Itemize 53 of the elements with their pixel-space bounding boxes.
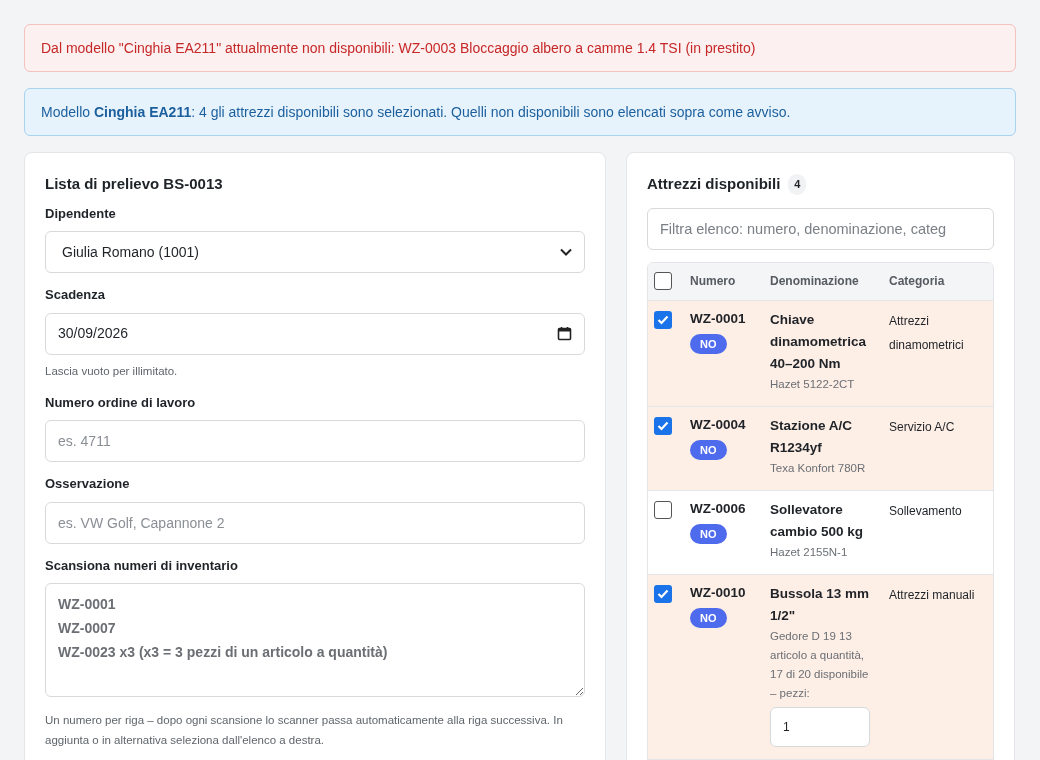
column-header: Numero	[690, 274, 736, 288]
item-name: Bussola 13 mm 1/2"	[770, 584, 871, 625]
quantity-note: articolo a quantità, 17 di 20 disponibile – pezzi:	[770, 647, 870, 701]
checkbox[interactable]	[654, 500, 672, 519]
item-detail: Hazet 2155N-1	[770, 544, 849, 560]
item-category: Attrezzi manuali	[889, 586, 976, 604]
item-number: WZ-0010	[690, 583, 747, 602]
hint-text: Lascia vuoto per illimitato.	[45, 363, 179, 379]
checkbox[interactable]	[654, 584, 672, 603]
chevron-down-icon	[560, 248, 572, 256]
hint-text: Un numero per riga – dopo ogni scansione lo scanner passa automaticamente alla riga successiva. In aggiunta o in alternativa seleziona dall'elenco a destra.	[45, 713, 564, 748]
item-detail: Gedore D 19 13	[770, 628, 853, 644]
error-message: Dal modello "Cinghia EA211" attualmente non disponibili: WZ-0003 Bloccaggio albero a camme 1.4 TSI (in prestito)	[41, 38, 756, 58]
card-title: Attrezzi disponibili	[647, 174, 781, 194]
item-number: WZ-0006	[690, 499, 747, 518]
input-field[interactable]: es. 4711	[45, 420, 585, 462]
textarea-field[interactable]: WZ-0001 WZ-0007 WZ-0023 x3 (x3 = 3 pezzi di un articolo a quantità)	[45, 583, 585, 697]
field-label: Osservazione	[45, 475, 131, 493]
table-row[interactable]: WZ-0010 NO Bussola 13 mm 1/2" Gedore D 19 13 articolo a quantità, 17 di 20 disponibile – pezzi: 1 Attrezzi manuali	[648, 574, 993, 760]
date-field[interactable]: 30/09/2026	[45, 312, 585, 355]
item-detail: Hazet 5122-2CT	[770, 376, 856, 392]
filter-field[interactable]: Filtra elenco: numero, denominazione, categ	[647, 207, 994, 250]
calendar-icon[interactable]	[557, 326, 572, 341]
count-badge: 4	[788, 174, 807, 195]
field-label: Scadenza	[45, 286, 106, 304]
item-name: Stazione A/C R1234yf	[770, 416, 853, 457]
field-label: Numero ordine di lavoro	[45, 393, 197, 412]
checkbox[interactable]	[654, 416, 672, 435]
status-badge: NO	[690, 333, 727, 354]
item-category: Sollevamento	[889, 502, 963, 520]
info-message: Modello Cinghia EA211: 4 gli attrezzi disponibili sono selezionati. Quelli non disponibili sono elencati sopra come avviso.	[41, 102, 791, 122]
item-number: WZ-0004	[690, 415, 747, 434]
field-label: Scansiona numeri di inventario	[45, 556, 239, 575]
status-badge: NO	[690, 607, 727, 628]
column-header: Categoria	[889, 274, 945, 288]
item-category: Attrezzi dinamometrici	[889, 312, 965, 354]
item-name: Chiave dinamometrica 40–200 Nm	[770, 310, 868, 373]
table-row[interactable]: WZ-0001 NO Chiave dinamometrica 40–200 Nm Hazet 5122-2CT Attrezzi dinamometrici	[648, 300, 993, 407]
checkbox[interactable]	[654, 310, 672, 329]
item-category: Servizio A/C	[889, 418, 956, 436]
field-label: Dipendente	[45, 204, 117, 223]
item-number: WZ-0001	[690, 309, 747, 328]
select-field[interactable]: Giulia Romano (1001)	[45, 231, 585, 273]
table-row[interactable]: WZ-0004 NO Stazione A/C R1234yf Texa Konfort 780R Servizio A/C	[648, 406, 993, 491]
status-badge: NO	[690, 439, 727, 460]
column-header: Denominazione	[770, 274, 859, 288]
status-badge: NO	[690, 523, 727, 544]
checkbox[interactable]	[654, 272, 672, 290]
card-title: Lista di prelievo BS-0013	[45, 174, 224, 194]
item-name: Sollevatore cambio 500 kg	[770, 500, 865, 541]
quantity-field[interactable]: 1	[770, 706, 870, 747]
input-field[interactable]: es. VW Golf, Capannone 2	[45, 501, 585, 544]
item-detail: Texa Konfort 780R	[770, 460, 867, 476]
